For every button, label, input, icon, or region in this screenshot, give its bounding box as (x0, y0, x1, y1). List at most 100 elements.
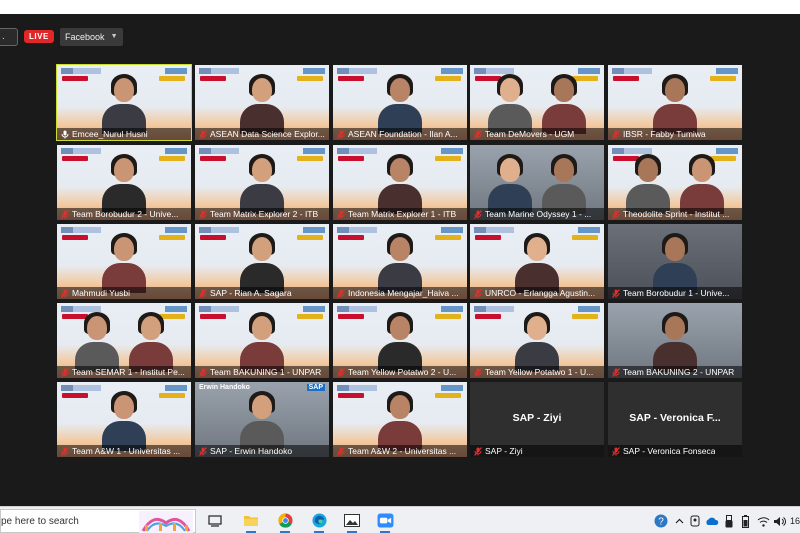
participant-tile[interactable]: Team Yellow Potatwo 2 - U... (333, 303, 467, 378)
participant-tile[interactable]: ASEAN Data Science Explor... (195, 65, 329, 140)
participant-name: Theodolite Sprint - Institut ... (623, 209, 730, 219)
participant-tile[interactable]: SAP - Rian A. Sagara (195, 224, 329, 299)
edge-icon[interactable] (308, 511, 330, 533)
muted-mic-icon (612, 447, 620, 456)
participant-video-icon (240, 154, 284, 214)
participant-tile[interactable]: SAP - Veronica F... SAP - Veronica Fonsec… (608, 382, 742, 457)
top-bar: . LIVE Facebook ▼ (0, 20, 200, 46)
participant-name: Team BAKUNING 2 - UNPAR (623, 367, 735, 377)
partner-logo-icon (303, 68, 325, 74)
participant-name-bar: SAP - Erwin Handoko (195, 445, 329, 457)
participant-name: SAP - Erwin Handoko (210, 446, 293, 456)
event-ribbon-icon (475, 314, 501, 319)
participant-tile[interactable]: Team BAKUNING 2 - UNPAR (608, 303, 742, 378)
event-logo-icon (337, 306, 377, 312)
role-ribbon-icon (572, 314, 598, 319)
event-logo-icon (612, 68, 652, 74)
participant-tile[interactable]: Theodolite Sprint - Institut ... (608, 145, 742, 220)
event-ribbon-icon (338, 235, 364, 240)
chevron-down-icon: ▼ (110, 33, 118, 40)
participant-tile[interactable]: Team A&W 1 - Universitas ... (57, 382, 191, 457)
participant-video-icon (240, 312, 284, 372)
event-ribbon-icon (200, 314, 226, 319)
participant-name: Emcee_Nurul Husni (72, 129, 148, 139)
role-ribbon-icon (297, 156, 323, 161)
event-ribbon-icon (62, 76, 88, 81)
task-view-icon[interactable] (204, 511, 226, 530)
participant-tile[interactable]: Team BAKUNING 1 - UNPAR (195, 303, 329, 378)
participant-name-bar: Team BAKUNING 2 - UNPAR (608, 366, 742, 378)
event-ribbon-icon (338, 314, 364, 319)
participant-video-icon (378, 233, 422, 293)
photos-icon[interactable] (341, 511, 363, 533)
partner-logo-icon (303, 148, 325, 154)
wifi-icon[interactable] (756, 514, 770, 528)
muted-mic-icon (474, 210, 482, 219)
participant-name-bar: Team Marine Odyssey 1 - ... (470, 208, 604, 220)
participant-tile[interactable]: Emcee_Nurul Husni (56, 64, 192, 141)
event-logo-icon (337, 148, 377, 154)
partner-logo-icon (578, 227, 600, 233)
live-badge[interactable]: LIVE (24, 30, 54, 43)
partner-logo-icon (441, 385, 463, 391)
participant-name: Team Yellow Potatwo 2 - U... (348, 367, 457, 377)
participant-name-bar: Team A&W 2 - Universitas ... (333, 445, 467, 457)
participant-video-icon (128, 312, 173, 372)
muted-mic-icon (337, 130, 345, 139)
view-menu-button[interactable]: . (0, 28, 18, 46)
participant-tile[interactable]: Team Matrix Explorer 2 - ITB (195, 145, 329, 220)
event-logo-icon (199, 227, 239, 233)
muted-mic-icon (61, 368, 69, 377)
participant-name-bar: ASEAN Foundation - Ilan A... (333, 128, 467, 140)
role-ribbon-icon (435, 76, 461, 81)
participant-name-bar: Indonesia Mengajar_Haiva ... (333, 287, 467, 299)
participant-name-bar: Team Matrix Explorer 1 - ITB (333, 208, 467, 220)
participant-tile[interactable]: Team A&W 2 - Universitas ... (333, 382, 467, 457)
file-explorer-icon[interactable] (240, 511, 262, 533)
participant-name-bar: UNRCO - Erlangga Agustin... (470, 287, 604, 299)
participant-tile[interactable]: Team DeMovers - UGM (470, 65, 604, 140)
participant-tile[interactable]: ASEAN Foundation - Ilan A... (333, 65, 467, 140)
taskbar-search-box[interactable]: pe here to search (0, 509, 196, 533)
muted-mic-icon (199, 447, 207, 456)
muted-mic-icon (61, 289, 69, 298)
battery-icon[interactable] (738, 514, 752, 528)
usb-icon[interactable] (722, 514, 736, 528)
volume-icon[interactable] (772, 514, 786, 528)
participant-tile[interactable]: IBSR - Fabby Tumiwa (608, 65, 742, 140)
participant-video-icon (240, 74, 284, 134)
muted-mic-icon (199, 130, 207, 139)
participant-video-icon (541, 74, 586, 134)
event-logo-icon (199, 306, 239, 312)
participant-tile[interactable]: Mahmudi Yusbi (57, 224, 191, 299)
participant-tile[interactable]: Team Yellow Potatwo 1 - U... (470, 303, 604, 378)
zoom-icon[interactable] (374, 511, 396, 533)
chrome-icon[interactable] (274, 511, 296, 533)
participant-tile[interactable]: Team Matrix Explorer 1 - ITB (333, 145, 467, 220)
participant-tile[interactable]: Team SEMAR 1 - Institut Pe... (57, 303, 191, 378)
event-ribbon-icon (200, 76, 226, 81)
onedrive-icon[interactable] (704, 514, 720, 528)
participant-tile[interactable]: Indonesia Mengajar_Haiva ... (333, 224, 467, 299)
participant-name: Team SEMAR 1 - Institut Pe... (72, 367, 185, 377)
participant-tile[interactable]: Team Borobudur 2 - Unive... (57, 145, 191, 220)
participant-tile[interactable]: Team Borobudur 1 - Unive... (608, 224, 742, 299)
meet-now-icon[interactable] (688, 514, 702, 528)
stream-target-dropdown[interactable]: Facebook ▼ (60, 28, 123, 46)
event-logo-icon (337, 385, 377, 391)
muted-mic-icon (61, 210, 69, 219)
participant-tile[interactable]: SAP - Ziyi SAP - Ziyi (470, 382, 604, 457)
participant-video-icon (378, 154, 422, 214)
clock[interactable]: 16 (790, 514, 800, 528)
participant-tile[interactable]: Erwin Handoko SAP SAP - Erwin Handoko (195, 382, 329, 457)
muted-mic-icon (474, 130, 482, 139)
participant-tile[interactable]: UNRCO - Erlangga Agustin... (470, 224, 604, 299)
event-logo-icon (199, 148, 239, 154)
participant-name-bar: Team Yellow Potatwo 2 - U... (333, 366, 467, 378)
participant-tile[interactable]: Team Marine Odyssey 1 - ... (470, 145, 604, 220)
chevron-up-icon[interactable] (673, 514, 685, 528)
event-logo-icon (474, 306, 514, 312)
help-icon[interactable]: ? (652, 514, 670, 528)
role-ribbon-icon (297, 314, 323, 319)
event-ribbon-icon (62, 393, 88, 398)
